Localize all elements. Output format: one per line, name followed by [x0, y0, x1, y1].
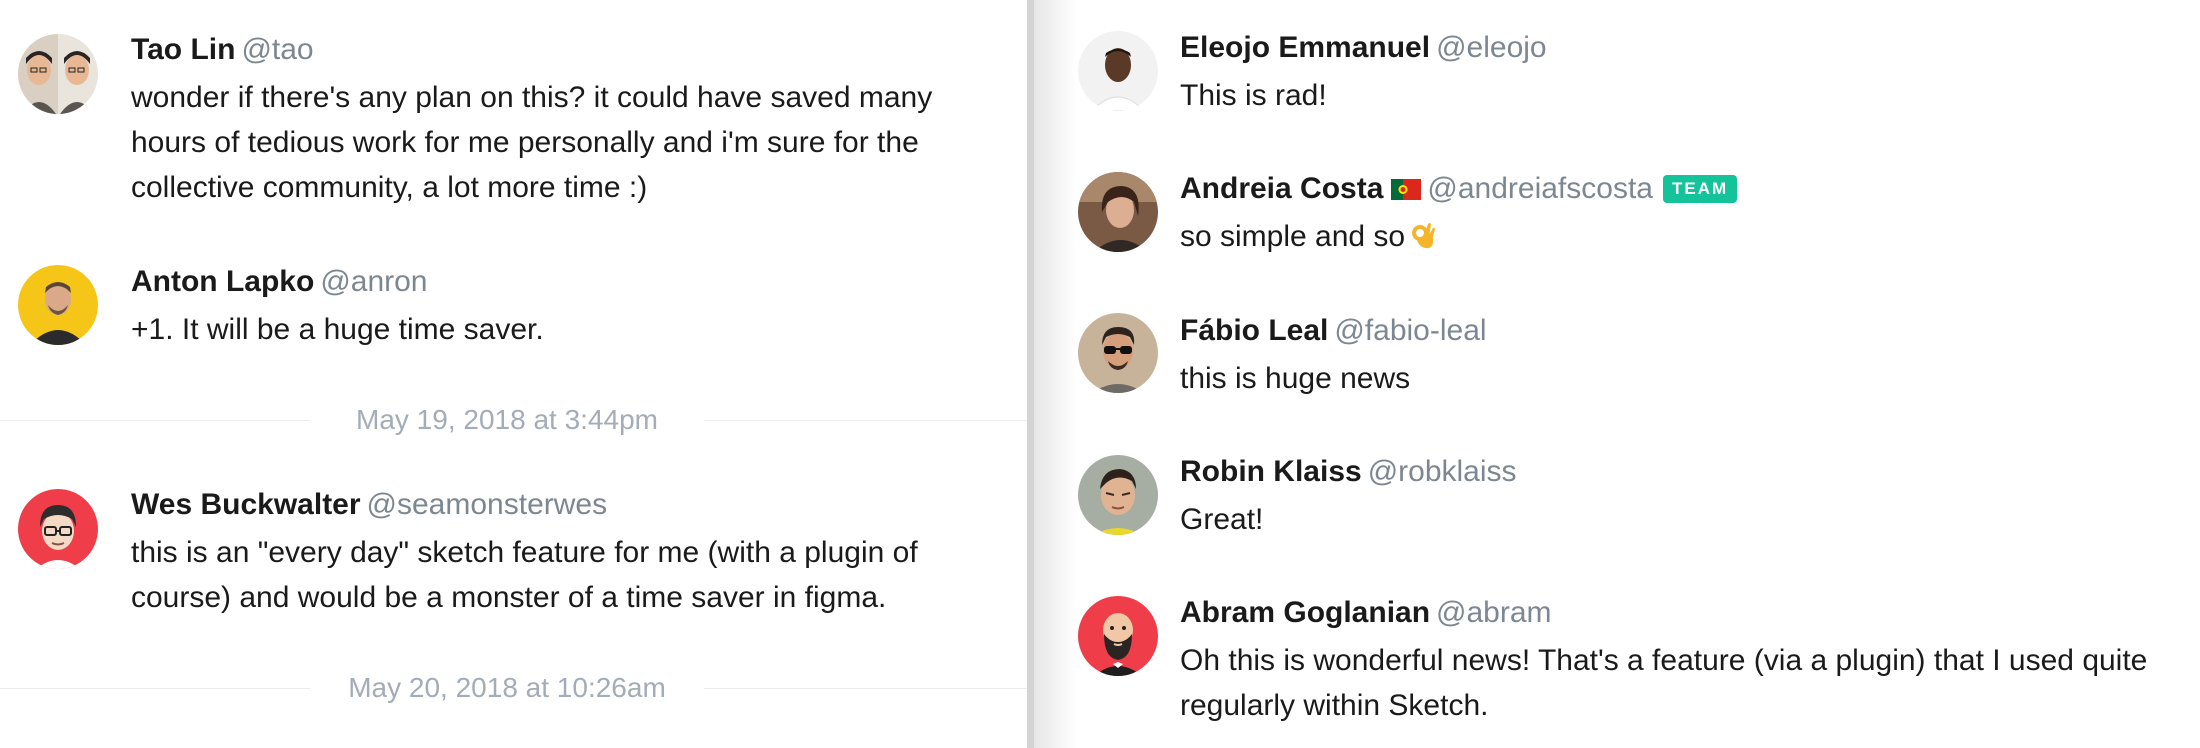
- comment-text: This is rad!: [1180, 79, 1327, 112]
- comment-header: Wes Buckwalter @seamonsterwes: [131, 488, 607, 522]
- author-name[interactable]: Tao Lin: [131, 33, 235, 66]
- avatar[interactable]: [18, 489, 98, 569]
- comment-text: +1. It will be a huge time saver.: [131, 313, 544, 346]
- author-name[interactable]: Robin Klaiss: [1180, 455, 1362, 488]
- author-handle[interactable]: @seamonsterwes: [367, 488, 608, 521]
- left-comment-panel: Tao Lin @tao wonder if there's any plan o…: [0, 0, 1027, 748]
- portugal-flag-icon: [1391, 174, 1422, 200]
- right-comment-panel: Eleojo Emmanuel @eleojo This is rad! Andr…: [1027, 0, 2200, 748]
- avatar[interactable]: [1078, 596, 1158, 676]
- comment-text-content: so simple and so: [1180, 220, 1406, 253]
- author-handle[interactable]: @robklaiss: [1368, 455, 1517, 488]
- comment-header: Eleojo Emmanuel @eleojo: [1180, 31, 1547, 65]
- comment-text: this is an "every day" sketch feature fo…: [131, 536, 918, 614]
- comment-text: so simple and so: [1180, 214, 2180, 259]
- author-name[interactable]: Eleojo Emmanuel: [1180, 31, 1430, 64]
- avatar[interactable]: [1078, 172, 1158, 252]
- date-divider: May 20, 2018 at 10:26am: [0, 670, 1027, 706]
- date-divider: May 19, 2018 at 3:44pm: [0, 402, 1027, 438]
- author-name[interactable]: Andreia Costa: [1180, 172, 1383, 205]
- author-name[interactable]: Fábio Leal: [1180, 314, 1328, 347]
- comment-text: Oh this is wonderful news! That's a feat…: [1180, 644, 2148, 722]
- avatar[interactable]: [18, 34, 98, 114]
- divider-date: May 20, 2018 at 10:26am: [348, 672, 666, 703]
- avatar[interactable]: [18, 265, 98, 345]
- comment-text: wonder if there's any plan on this? it c…: [131, 81, 933, 204]
- author-handle[interactable]: @fabio-leal: [1334, 314, 1486, 347]
- author-name[interactable]: Wes Buckwalter: [131, 488, 361, 521]
- ok-hand-emoji: [1411, 218, 1437, 249]
- comment-header: Tao Lin @tao: [131, 33, 314, 67]
- author-handle[interactable]: @tao: [241, 33, 313, 66]
- comment-text: Great!: [1180, 503, 1264, 536]
- author-name[interactable]: Anton Lapko: [131, 265, 314, 298]
- comment-header: Abram Goglanian @abram: [1180, 596, 1552, 630]
- author-name[interactable]: Abram Goglanian: [1180, 596, 1430, 629]
- comment-text: this is huge news: [1180, 362, 1411, 395]
- author-handle[interactable]: @anron: [320, 265, 427, 298]
- avatar[interactable]: [1078, 313, 1158, 393]
- comment-header: Anton Lapko @anron: [131, 265, 428, 299]
- author-handle[interactable]: @abram: [1436, 596, 1552, 629]
- author-handle[interactable]: @eleojo: [1436, 31, 1547, 64]
- comment-header: Andreia Costa @andreiafscosta TEAM: [1180, 172, 1738, 206]
- author-handle[interactable]: @andreiafscosta: [1427, 172, 1653, 205]
- team-badge: TEAM: [1662, 175, 1738, 203]
- avatar[interactable]: [1078, 31, 1158, 111]
- divider-date: May 19, 2018 at 3:44pm: [356, 404, 658, 435]
- avatar[interactable]: [1078, 455, 1158, 535]
- comment-header: Fábio Leal @fabio-leal: [1180, 314, 1487, 348]
- comment-header: Robin Klaiss @robklaiss: [1180, 455, 1517, 489]
